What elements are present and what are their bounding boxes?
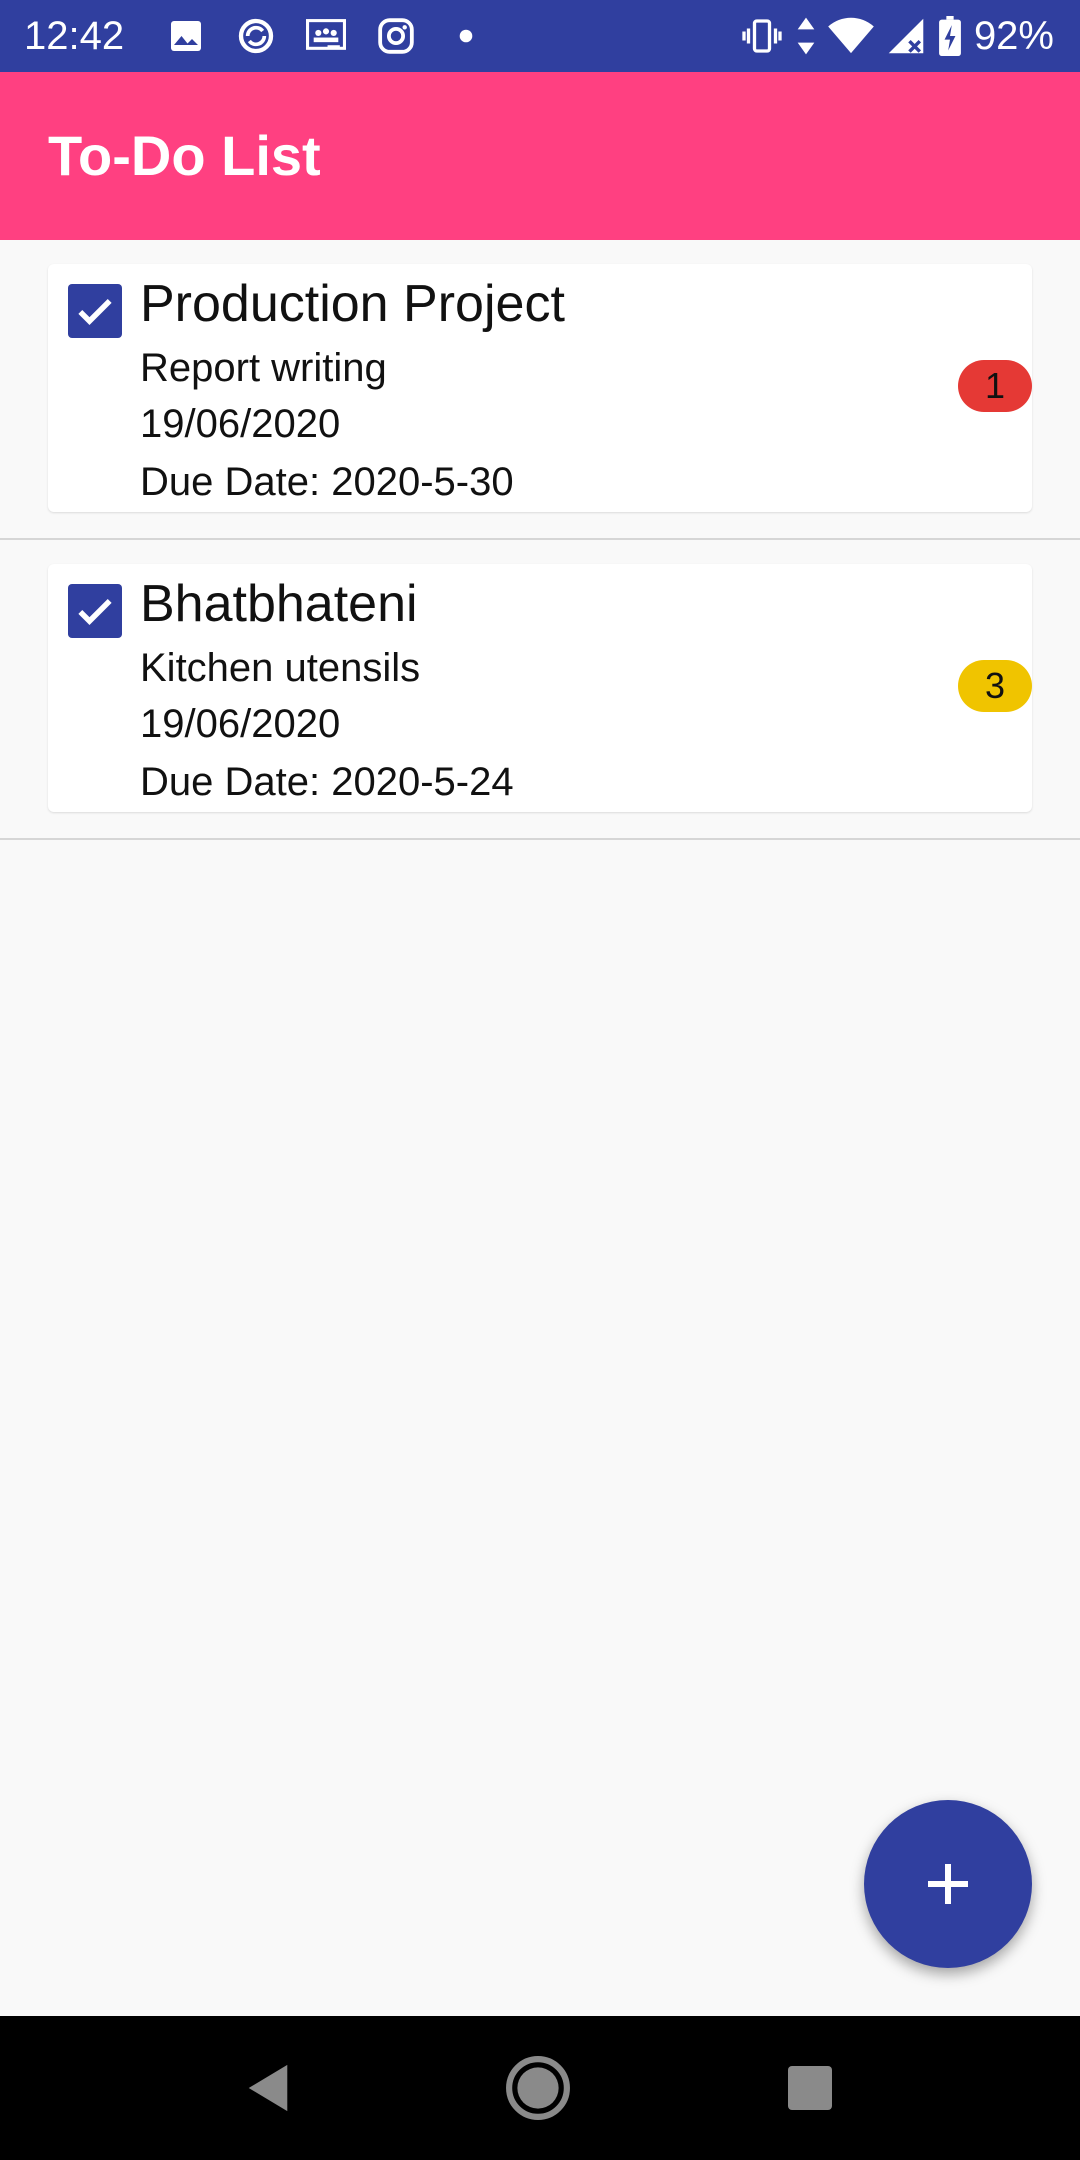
status-time: 12:42 xyxy=(24,14,125,58)
list-item: Bhatbhateni Kitchen utensils 19/06/2020 … xyxy=(0,540,1080,840)
priority-badge: 3 xyxy=(958,660,1032,712)
task-due-date: Due Date: 2020-5-24 xyxy=(140,760,514,804)
task-list: Production Project Report writing 19/06/… xyxy=(0,240,1080,840)
add-task-button[interactable] xyxy=(864,1800,1032,1968)
back-button[interactable] xyxy=(232,2052,304,2124)
task-title: Production Project xyxy=(140,275,565,333)
classroom-icon xyxy=(306,16,346,56)
task-title: Bhatbhateni xyxy=(140,575,418,633)
battery-charging-icon xyxy=(938,16,962,56)
task-card[interactable]: Bhatbhateni Kitchen utensils 19/06/2020 … xyxy=(48,564,1032,812)
dot-icon xyxy=(446,16,486,56)
page-title: To-Do List xyxy=(48,124,321,187)
battery-percent: 92% xyxy=(973,13,1054,58)
recents-button[interactable] xyxy=(774,2052,846,2124)
status-bar: 12:42 92% xyxy=(0,0,1080,72)
vibrate-icon xyxy=(740,18,784,54)
task-date: 19/06/2020 xyxy=(140,702,341,746)
check-icon xyxy=(78,298,112,325)
task-checkbox[interactable] xyxy=(68,284,122,338)
back-icon xyxy=(248,2064,288,2112)
gallery-icon xyxy=(166,16,206,56)
list-item: Production Project Report writing 19/06/… xyxy=(0,240,1080,540)
check-icon xyxy=(78,598,112,625)
app-bar: To-Do List xyxy=(0,72,1080,240)
recents-icon xyxy=(788,2066,832,2110)
task-due-date: Due Date: 2020-5-30 xyxy=(140,460,514,504)
wifi-icon xyxy=(828,17,874,55)
priority-badge: 1 xyxy=(958,360,1032,412)
notification-icons xyxy=(166,0,516,72)
signal-icon xyxy=(886,17,926,55)
home-icon xyxy=(506,2056,570,2120)
home-button[interactable] xyxy=(502,2052,574,2124)
task-checkbox[interactable] xyxy=(68,584,122,638)
system-icons: 92% xyxy=(728,0,1054,72)
task-card[interactable]: Production Project Report writing 19/06/… xyxy=(48,264,1032,512)
task-date: 19/06/2020 xyxy=(140,402,341,446)
plus-icon xyxy=(928,1864,968,1904)
instagram-icon xyxy=(376,16,416,56)
task-description: Report writing xyxy=(140,346,387,390)
data-arrows-icon xyxy=(796,16,816,56)
sync-icon xyxy=(236,16,276,56)
task-description: Kitchen utensils xyxy=(140,646,421,690)
navigation-bar xyxy=(0,2016,1080,2160)
